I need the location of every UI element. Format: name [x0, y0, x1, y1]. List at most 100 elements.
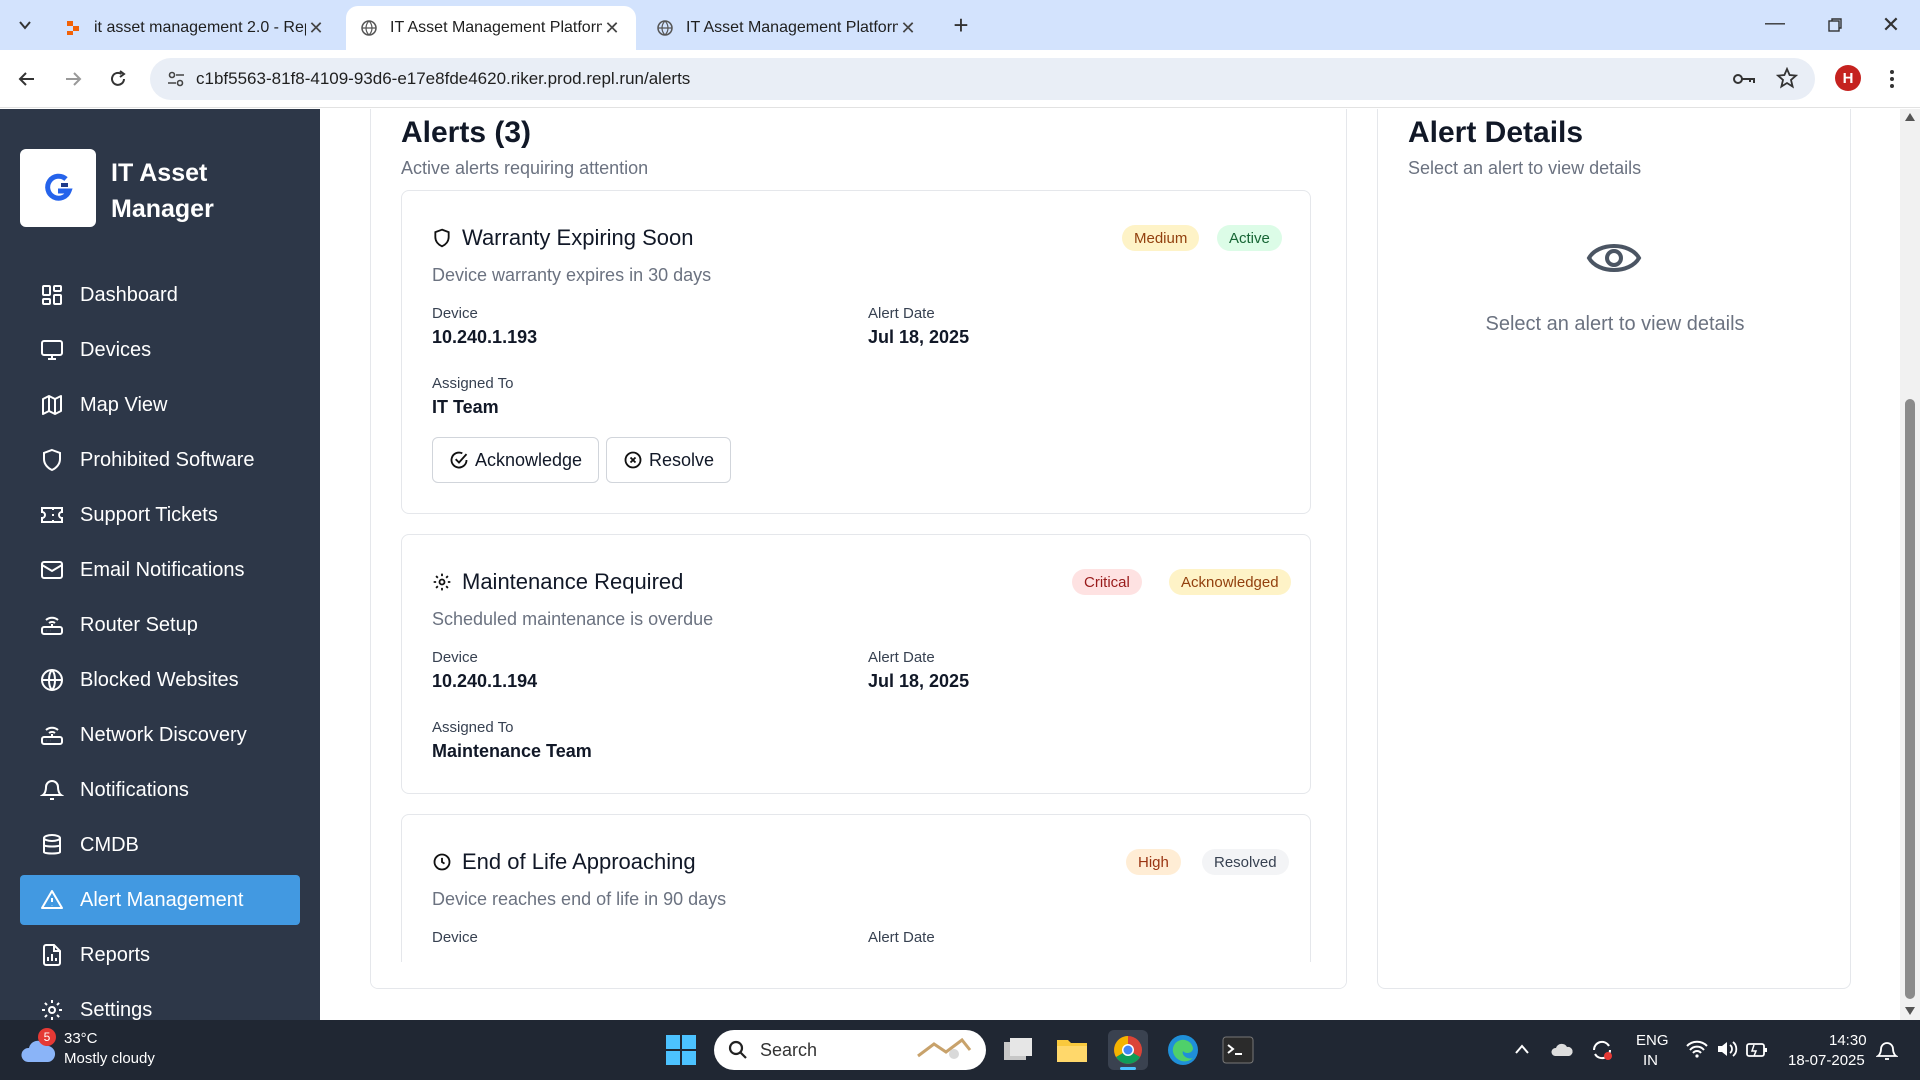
back-button[interactable]	[12, 64, 42, 94]
weather-alert-badge: 5	[38, 1028, 56, 1046]
sidebar-item-label: CMDB	[80, 833, 139, 856]
assigned-to-value: Maintenance Team	[432, 741, 592, 761]
severity-badge: High	[1126, 849, 1181, 875]
minimize-button[interactable]: —	[1760, 12, 1790, 38]
device-value: 10.240.1.193	[432, 327, 538, 347]
sidebar-item-notifications[interactable]: Notifications	[20, 765, 300, 815]
tab-search-button[interactable]	[10, 12, 40, 38]
region-indicator[interactable]: IN	[1643, 1052, 1658, 1069]
search-placeholder: Search	[760, 1039, 818, 1060]
sidebar-item-label: Router Setup	[80, 613, 198, 636]
sidebar-item-devices[interactable]: Devices	[20, 325, 300, 375]
sidebar-item-label: Notifications	[80, 778, 189, 801]
alert-description: Device warranty expires in 30 days	[432, 265, 712, 285]
sidebar-item-router-setup[interactable]: Router Setup	[20, 600, 300, 650]
app-logo[interactable]	[20, 149, 96, 227]
chevron-down-icon	[19, 21, 31, 30]
tab-close-icon[interactable]: ✕	[602, 18, 622, 39]
browser-tab-1[interactable]: it asset management 2.0 - Repl ✕	[50, 6, 340, 50]
globe-favicon-icon	[656, 19, 674, 37]
weather-widget[interactable]: 5 33°C Mostly cloudy	[20, 1028, 220, 1072]
terminal-icon[interactable]	[1222, 1036, 1254, 1064]
assigned-to-value: IT Team	[432, 397, 499, 417]
alert-triangle-icon	[41, 890, 63, 909]
sidebar-item-email-notifications[interactable]: Email Notifications	[20, 545, 300, 595]
new-tab-button[interactable]: +	[946, 10, 976, 40]
alert-card[interactable]: Maintenance Required Critical Acknowledg…	[401, 534, 1311, 794]
tray-chevron-up-icon[interactable]	[1514, 1042, 1530, 1060]
sidebar-item-label: Dashboard	[80, 283, 178, 306]
volume-icon[interactable]	[1716, 1039, 1738, 1064]
scroll-up-arrow-icon[interactable]	[1905, 113, 1915, 121]
close-window-button[interactable]: ✕	[1876, 10, 1906, 40]
taskbar-search[interactable]: Search	[714, 1030, 986, 1070]
start-button[interactable]	[666, 1035, 696, 1065]
status-badge: Active	[1217, 225, 1282, 251]
alert-title-text: End of Life Approaching	[462, 849, 696, 874]
sidebar-item-label: Map View	[80, 393, 168, 416]
sidebar-item-cmdb[interactable]: CMDB	[20, 820, 300, 870]
alert-card[interactable]: Warranty Expiring Soon Medium Active Dev…	[401, 190, 1311, 514]
profile-initial: H	[1842, 69, 1854, 87]
resolve-label: Resolve	[649, 449, 715, 470]
page-scrollbar[interactable]	[1900, 109, 1920, 1020]
sidebar-item-alert-management[interactable]: Alert Management	[20, 875, 300, 925]
sidebar-item-prohibited-software[interactable]: Prohibited Software	[20, 435, 300, 485]
list-clip-area	[371, 962, 1346, 988]
eye-icon	[1586, 236, 1642, 285]
acknowledge-button[interactable]: Acknowledge	[432, 437, 600, 483]
sidebar-item-blocked-websites[interactable]: Blocked Websites	[20, 655, 300, 705]
details-subtitle: Select an alert to view details	[1408, 158, 1642, 178]
scroll-down-arrow-icon[interactable]	[1905, 1007, 1915, 1015]
severity-badge: Medium	[1122, 225, 1200, 251]
profile-avatar[interactable]: H	[1835, 65, 1861, 91]
gear-icon	[433, 573, 451, 591]
sidebar-item-map-view[interactable]: Map View	[20, 380, 300, 430]
browser-tab-2[interactable]: IT Asset Management Platform ✕	[346, 6, 636, 50]
notification-center-icon[interactable]	[1875, 1040, 1899, 1067]
alert-title-text: Maintenance Required	[462, 569, 684, 594]
reload-button[interactable]	[103, 64, 133, 94]
sidebar-item-label: Devices	[80, 338, 152, 361]
file-explorer-icon[interactable]	[1056, 1036, 1088, 1064]
battery-icon[interactable]	[1746, 1042, 1768, 1063]
language-indicator[interactable]: ENG	[1636, 1032, 1669, 1049]
sidebar-item-support-tickets[interactable]: Support Tickets	[20, 490, 300, 540]
sidebar-item-settings[interactable]: Settings	[20, 985, 300, 1020]
browser-menu-button[interactable]	[1880, 64, 1904, 94]
browser-tab-3[interactable]: IT Asset Management Platform ✕	[642, 6, 932, 50]
scrollbar-thumb[interactable]	[1905, 399, 1915, 999]
sidebar-item-reports[interactable]: Reports	[20, 930, 300, 980]
tab-close-icon[interactable]: ✕	[306, 18, 326, 39]
task-view-icon[interactable]	[1002, 1036, 1034, 1064]
sidebar-item-label: Reports	[80, 943, 151, 966]
wifi-icon[interactable]	[1686, 1040, 1708, 1063]
resolve-button[interactable]: Resolve	[606, 437, 732, 483]
tab-close-icon[interactable]: ✕	[898, 18, 918, 39]
monitor-icon	[41, 340, 63, 360]
status-badge: Resolved	[1202, 849, 1289, 875]
site-info-icon[interactable]	[166, 69, 186, 94]
onedrive-icon[interactable]	[1550, 1040, 1574, 1065]
search-icon	[728, 1040, 747, 1059]
password-key-icon[interactable]	[1732, 68, 1756, 95]
alert-title: Maintenance Required	[432, 569, 683, 595]
bookmark-star-icon[interactable]	[1775, 66, 1799, 94]
address-bar[interactable]: c1bf5563-81f8-4109-93d6-e17e8fde4620.rik…	[150, 58, 1815, 100]
sync-icon[interactable]	[1590, 1038, 1614, 1067]
chrome-icon[interactable]	[1108, 1030, 1148, 1070]
sidebar-item-label: Alert Management	[80, 888, 244, 911]
forward-button[interactable]	[58, 64, 88, 94]
main-content: Alerts (3) Active alerts requiring atten…	[320, 109, 1900, 1020]
sidebar-item-network-discovery[interactable]: Network Discovery	[20, 710, 300, 760]
windows-taskbar: 5 33°C Mostly cloudy Search ENG IN 14:30…	[0, 1020, 1920, 1080]
edge-icon[interactable]	[1167, 1034, 1199, 1066]
url-text: c1bf5563-81f8-4109-93d6-e17e8fde4620.rik…	[196, 69, 691, 88]
clock-time[interactable]: 14:30	[1829, 1032, 1867, 1049]
sidebar-item-dashboard[interactable]: Dashboard	[20, 270, 300, 320]
windows-logo-icon	[666, 1035, 696, 1065]
clock-date[interactable]: 18-07-2025	[1788, 1052, 1865, 1069]
restore-button[interactable]	[1820, 10, 1850, 40]
shield-icon	[434, 228, 450, 248]
weather-desc: Mostly cloudy	[64, 1050, 155, 1067]
